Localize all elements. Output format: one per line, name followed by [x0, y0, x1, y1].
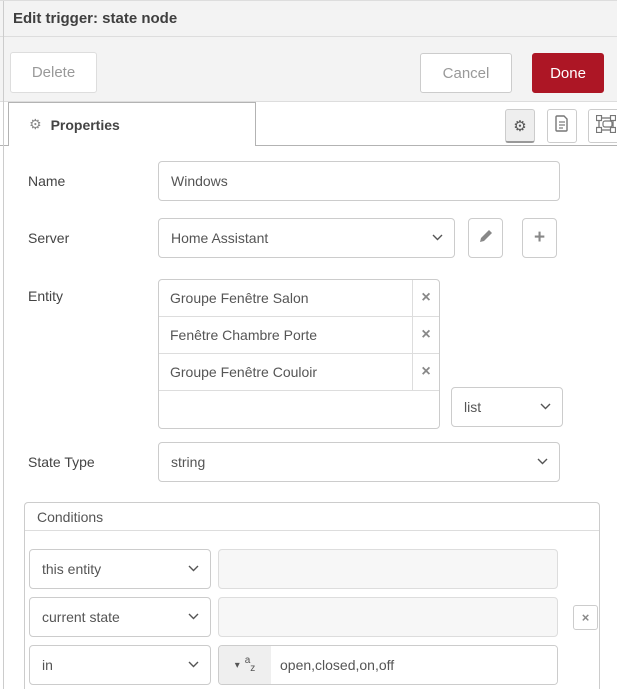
name-input[interactable] [158, 161, 560, 201]
name-field-row: Name [28, 161, 617, 201]
remove-entity-button[interactable]: × [412, 280, 439, 316]
condition-value-input [218, 549, 558, 589]
plus-icon: + [534, 227, 545, 249]
state-type-value: string [171, 454, 205, 470]
condition-row: in ▾ az [29, 645, 599, 685]
tray-left-border [3, 1, 4, 689]
state-type-label: State Type [28, 454, 158, 470]
appearance-view-button[interactable] [588, 109, 617, 143]
document-icon [555, 115, 569, 137]
remove-entity-button[interactable]: × [412, 354, 439, 390]
condition-operator-select[interactable]: in [29, 645, 211, 685]
server-select-value: Home Assistant [171, 230, 268, 246]
done-button[interactable]: Done [532, 53, 604, 93]
typed-input: ▾ az [218, 645, 558, 685]
gear-icon: ⚙ [29, 117, 42, 133]
typed-input-type-button[interactable]: ▾ az [219, 646, 271, 684]
name-label: Name [28, 173, 158, 189]
entity-list: Groupe Fenêtre Salon × Fenêtre Chambre P… [158, 279, 440, 429]
chevron-down-icon [188, 661, 199, 668]
server-label: Server [28, 230, 158, 246]
entity-list-item: Groupe Fenêtre Salon × [159, 280, 439, 317]
gear-icon: ⚙ [513, 117, 526, 135]
properties-view-button[interactable]: ⚙ [505, 109, 535, 143]
entity-mode-value: list [464, 399, 481, 415]
tab-properties[interactable]: ⚙ Properties [8, 102, 256, 146]
condition-row: this entity [29, 549, 599, 589]
server-select[interactable]: Home Assistant [158, 218, 455, 258]
dialog-header: Edit trigger: state node [0, 1, 617, 37]
entity-list-item: Groupe Fenêtre Couloir × [159, 354, 439, 391]
edit-server-button[interactable] [468, 218, 503, 258]
add-server-button[interactable]: + [522, 218, 557, 258]
remove-condition-button[interactable]: × [573, 605, 598, 630]
chevron-down-icon [540, 403, 551, 410]
condition-property-value: current state [42, 609, 120, 625]
edit-trigger-dialog: Edit trigger: state node Delete Cancel D… [0, 0, 617, 689]
entity-item-value[interactable]: Groupe Fenêtre Salon [159, 280, 412, 316]
server-field-row: Server Home Assistant + [28, 218, 617, 258]
pencil-icon [479, 229, 493, 248]
dialog-title: Edit trigger: state node [13, 10, 177, 27]
entity-new-row [159, 391, 439, 428]
properties-form: Name Server Home Assistant + Entity [0, 146, 617, 689]
chevron-down-icon [188, 565, 199, 572]
chevron-down-icon [537, 458, 548, 465]
delete-button[interactable]: Delete [10, 52, 97, 93]
editor-tab-bar: ⚙ Properties ⚙ [0, 102, 617, 146]
condition-property-select[interactable]: this entity [29, 549, 211, 589]
condition-row: current state × [29, 597, 599, 637]
state-type-field-row: State Type string [28, 442, 617, 482]
action-button-row: Delete Cancel Done [0, 37, 617, 102]
appearance-icon [596, 115, 616, 138]
new-entity-input[interactable] [159, 391, 439, 428]
conditions-legend: Conditions [25, 503, 599, 531]
entity-list-item: Fenêtre Chambre Porte × [159, 317, 439, 354]
entity-label: Entity [28, 279, 158, 304]
description-view-button[interactable] [547, 109, 577, 143]
condition-value-input[interactable] [271, 646, 557, 684]
condition-value-input [218, 597, 558, 637]
tab-properties-label: Properties [51, 117, 120, 133]
cancel-button[interactable]: Cancel [420, 53, 512, 93]
caret-down-icon: ▾ [235, 660, 240, 671]
entity-mode-select[interactable]: list [451, 387, 563, 427]
entity-item-value[interactable]: Fenêtre Chambre Porte [159, 317, 412, 353]
state-type-select[interactable]: string [158, 442, 560, 482]
conditions-fieldset: Conditions this entity current state [24, 502, 600, 689]
string-type-icon: az [245, 656, 256, 674]
condition-property-select[interactable]: current state [29, 597, 211, 637]
entity-item-value[interactable]: Groupe Fenêtre Couloir [159, 354, 412, 390]
condition-property-value: this entity [42, 561, 101, 577]
remove-entity-button[interactable]: × [412, 317, 439, 353]
condition-operator-value: in [42, 657, 53, 673]
chevron-down-icon [188, 613, 199, 620]
chevron-down-icon [432, 234, 443, 241]
entity-field-row: Entity Groupe Fenêtre Salon × Fenêtre Ch… [28, 279, 617, 429]
